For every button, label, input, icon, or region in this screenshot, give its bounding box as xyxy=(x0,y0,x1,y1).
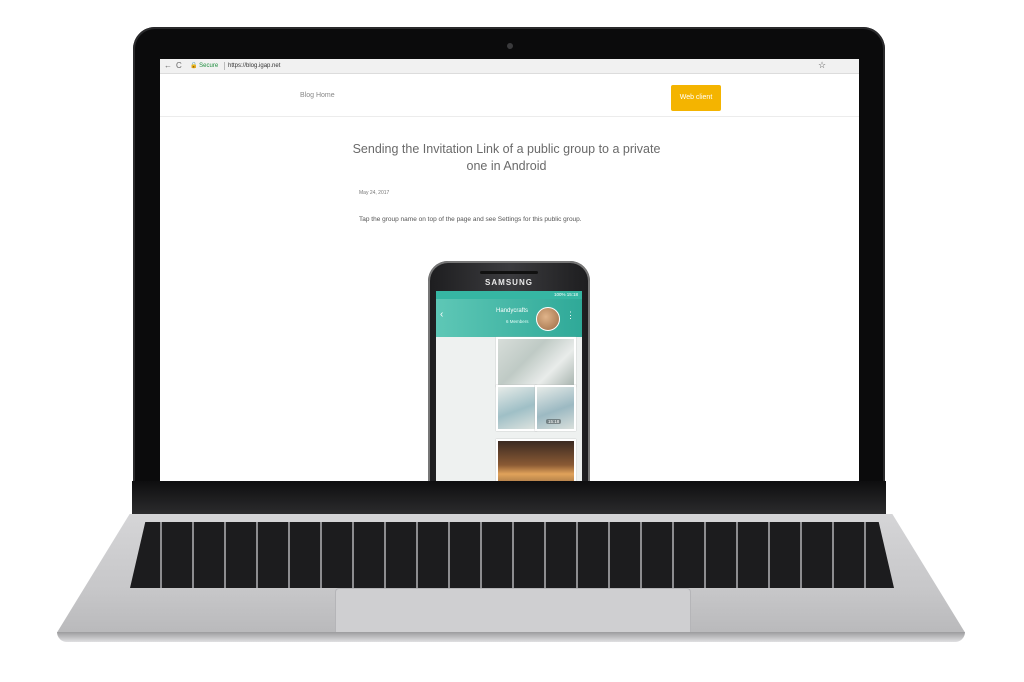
message-time: 15:18 xyxy=(546,419,562,424)
group-avatar xyxy=(536,307,560,331)
phone-status-bar: 100% 15:18 xyxy=(436,291,582,299)
back-icon[interactable]: ← xyxy=(164,61,172,71)
webcam xyxy=(507,43,513,49)
phone-menu-icon: ⋮ xyxy=(566,310,575,320)
phone-brand-label: SAMSUNG xyxy=(485,278,533,287)
article-date: May 24, 2017 xyxy=(359,190,390,196)
laptop-base-edge xyxy=(57,632,965,642)
group-header-bar: ‹ Handycrafts 6 Members ⋮ xyxy=(436,299,582,337)
chat-photo-candles xyxy=(496,439,576,481)
trackpad xyxy=(335,588,691,633)
bookmark-star-icon[interactable]: ☆ xyxy=(818,60,826,71)
chat-photo-jars xyxy=(496,337,576,387)
web-client-button[interactable]: Web client xyxy=(671,85,721,111)
address-bar[interactable]: https://blog.igap.net xyxy=(228,62,280,70)
phone-speaker xyxy=(480,271,538,274)
article-body-text: Tap the group name on top of the page an… xyxy=(359,216,582,223)
chat-photo-craft-2 xyxy=(535,385,576,431)
group-members-count: 6 Members xyxy=(506,319,529,324)
chat-photo-craft-1 xyxy=(496,385,537,431)
laptop-hinge xyxy=(132,481,886,515)
url-divider xyxy=(224,62,225,70)
secure-label: Secure xyxy=(199,63,219,69)
lock-icon: 🔒 xyxy=(190,63,198,69)
laptop-screen: ← C 🔒 Secure https://blog.igap.net ☆ Blo… xyxy=(160,59,859,481)
phone-back-icon: ‹ xyxy=(440,309,444,320)
site-header: Blog Home Web client xyxy=(160,74,859,117)
phone-status-text: 100% 15:18 xyxy=(553,292,578,297)
phone-screenshot-image: SAMSUNG 100% 15:18 ‹ Handycrafts 6 Membe… xyxy=(428,261,590,481)
keyboard xyxy=(130,522,894,588)
nav-blog-home-link[interactable]: Blog Home xyxy=(300,92,335,99)
phone-screen: 100% 15:18 ‹ Handycrafts 6 Members ⋮ 15:… xyxy=(436,291,582,481)
article-title: Sending the Invitation Link of a public … xyxy=(352,142,661,173)
browser-toolbar: ← C 🔒 Secure https://blog.igap.net ☆ xyxy=(160,59,859,74)
group-name: Handycrafts xyxy=(496,308,529,314)
reload-icon[interactable]: C xyxy=(176,61,182,71)
secure-indicator[interactable]: 🔒 Secure xyxy=(190,62,218,70)
